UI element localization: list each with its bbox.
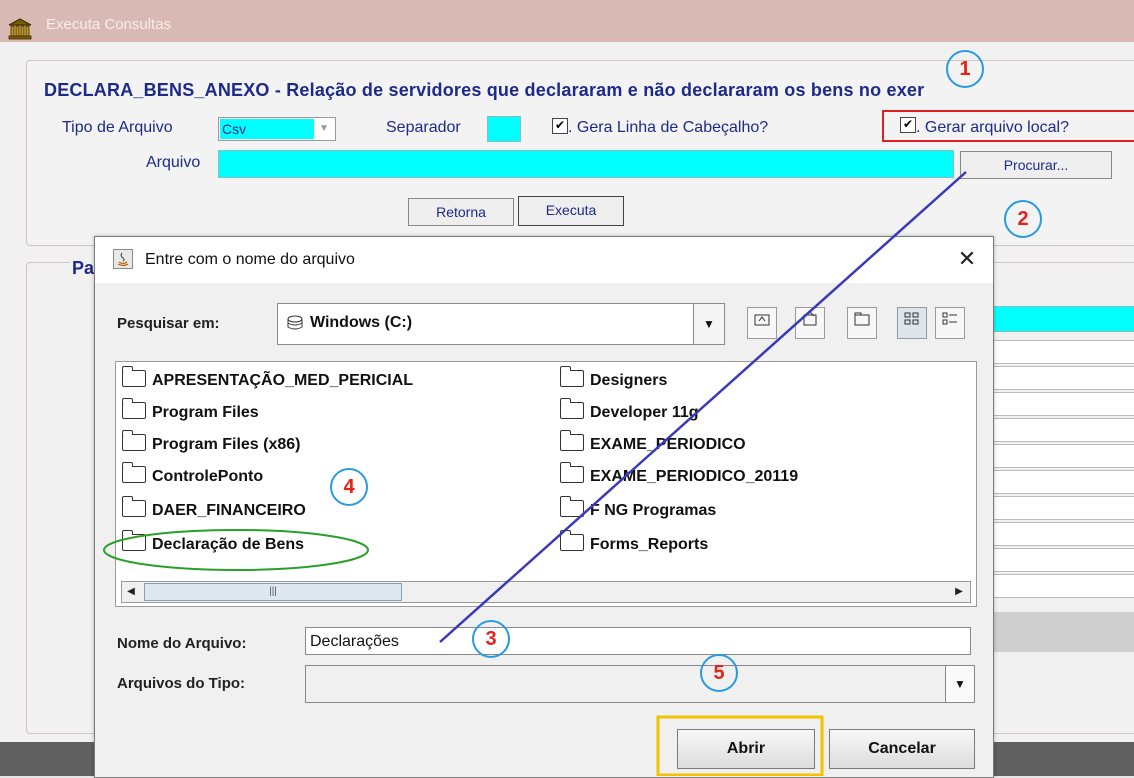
annotation-overlay xyxy=(103,171,967,776)
green-highlight-oval xyxy=(103,529,369,571)
yellow-highlight-box xyxy=(656,715,824,776)
arrow-line xyxy=(439,171,967,643)
